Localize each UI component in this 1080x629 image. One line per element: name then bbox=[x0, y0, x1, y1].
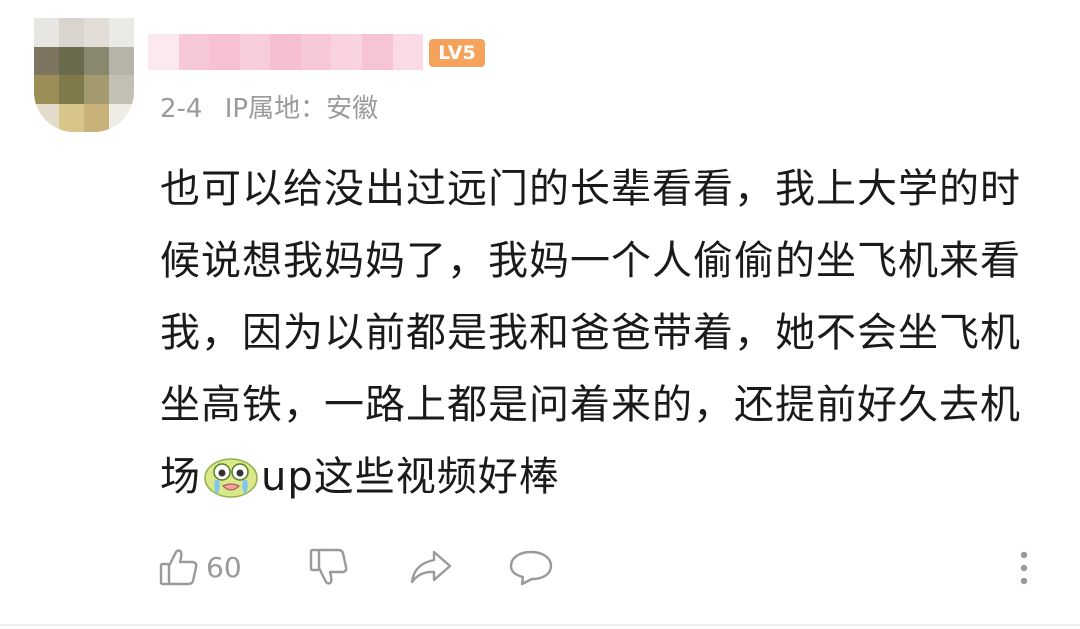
more-options-button[interactable] bbox=[1014, 542, 1034, 592]
content-line: 候说想我妈妈了，我妈一个人偷偷的坐飞机来看 bbox=[160, 238, 1021, 284]
dislike-button[interactable] bbox=[308, 542, 350, 592]
content-text: 场 bbox=[160, 454, 201, 500]
content-line: 坐高铁，一路上都是问着来的，还提前好久去机 bbox=[160, 382, 1021, 428]
avatar[interactable] bbox=[34, 18, 134, 132]
comment-actions: 60 bbox=[158, 542, 1058, 594]
level-badge: LV5 bbox=[429, 39, 485, 67]
ip-location: IP属地：安徽 bbox=[224, 94, 379, 124]
comment-date: 2-4 bbox=[160, 94, 203, 124]
like-button[interactable]: 60 bbox=[158, 542, 242, 592]
more-vertical-icon bbox=[1020, 551, 1028, 585]
comment-content: 也可以给没出过远门的长辈看看，我上大学的时 候说想我妈妈了，我妈一个人偷偷的坐飞… bbox=[160, 153, 1050, 513]
comment-meta: 2-4 IP属地：安徽 bbox=[160, 88, 378, 125]
thumbs-down-icon bbox=[309, 548, 348, 585]
content-line: 也可以给没出过远门的长辈看看，我上大学的时 bbox=[160, 166, 1021, 212]
reply-button[interactable] bbox=[508, 542, 554, 592]
content-text: up这些视频好棒 bbox=[261, 454, 560, 500]
crying-emoji-icon bbox=[204, 458, 258, 498]
divider bbox=[0, 624, 1080, 626]
share-icon bbox=[410, 550, 452, 584]
comment-card: LV5 2-4 IP属地：安徽 也可以给没出过远门的长辈看看，我上大学的时 候说… bbox=[0, 0, 1080, 629]
share-button[interactable] bbox=[408, 542, 454, 592]
content-line-last: 场 up这些视频好棒 bbox=[160, 441, 1050, 513]
like-count: 60 bbox=[206, 550, 242, 584]
username-blurred[interactable] bbox=[148, 34, 424, 70]
content-line: 我，因为以前都是我和爸爸带着，她不会坐飞机 bbox=[160, 310, 1021, 356]
comment-icon bbox=[509, 550, 553, 586]
thumbs-up-icon bbox=[159, 549, 198, 586]
